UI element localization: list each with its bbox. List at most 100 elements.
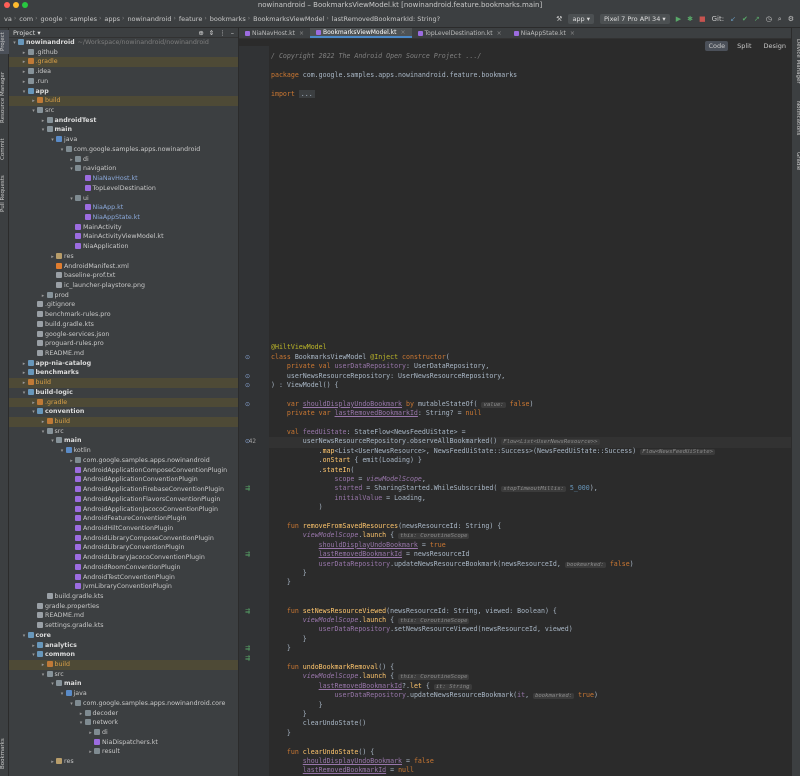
code-line[interactable]: private val userDataRepository: UserData… [271,362,489,371]
code-line[interactable]: } [271,578,291,587]
git-commit-icon[interactable]: ✔ [742,15,748,23]
tree-item[interactable]: ▾ src [9,670,238,680]
bookmarks-tool-tab[interactable]: Bookmarks [0,736,9,772]
chevron-right-icon[interactable]: ▸ [21,49,28,58]
chevron-down-icon[interactable]: ▾ [49,136,56,145]
chevron-right-icon[interactable]: ▸ [30,642,37,651]
chevron-down-icon[interactable]: ▾ [49,437,56,446]
tree-item[interactable]: AndroidLibraryConventionPlugin [9,543,238,553]
tree-item[interactable]: ▸ prod [9,291,238,301]
code-line[interactable]: } [271,569,307,578]
code-line[interactable]: initialValue = Loading, [271,494,426,503]
tree-item[interactable]: README.md [9,611,238,621]
tree-item[interactable]: ▾ common [9,650,238,660]
tree-item[interactable]: ▸ res [9,757,238,767]
tree-item[interactable]: AndroidLibraryComposeConventionPlugin [9,534,238,544]
tree-item[interactable]: ▾ java [9,689,238,699]
chevron-down-icon[interactable]: ▾ [40,126,47,135]
tree-item[interactable]: ▸ di [9,155,238,165]
tree-item[interactable]: JvmLibraryConventionPlugin [9,582,238,592]
close-icon[interactable]: × [401,28,406,38]
chevron-down-icon[interactable]: ▾ [78,719,85,728]
tree-item[interactable]: TopLevelDestination [9,184,238,194]
tree-item[interactable]: ▸ benchmarks [9,368,238,378]
history-icon[interactable]: ◷ [766,15,772,23]
code-line[interactable]: shouldDisplayUndoBookmark = false [271,757,434,766]
tree-item[interactable]: ▸ analytics [9,641,238,651]
device-manager-tool-tab[interactable]: Device Manager [792,34,800,88]
tree-item[interactable]: MainActivityViewModel.kt [9,232,238,242]
folded-region[interactable]: ... [298,89,315,98]
tree-item[interactable]: AndroidLibraryJacocoConventionPlugin [9,553,238,563]
tree-item[interactable]: ▸ com.google.samples.apps.nowinandroid [9,456,238,466]
commit-tool-tab[interactable]: Commit [0,136,9,162]
tree-item[interactable]: ▾ ui [9,194,238,204]
tree-item[interactable]: AndroidApplicationComposeConventionPlugi… [9,466,238,476]
tree-item[interactable]: ▸ .github [9,48,238,58]
implementation-gutter-icon[interactable]: ⊙ [245,354,250,361]
tree-item[interactable]: AndroidApplicationFlavorsConventionPlugi… [9,495,238,505]
suspend-call-gutter-icon[interactable]: ⇶ [245,645,250,652]
tree-item[interactable]: ▾ app [9,87,238,97]
chevron-right-icon[interactable]: ▸ [87,729,94,738]
chevron-down-icon[interactable]: ▾ [21,88,28,97]
project-tool-tab[interactable]: Project [0,30,9,54]
stop-icon[interactable]: ■ [699,15,706,23]
chevron-down-icon[interactable]: ▾ [49,680,56,689]
code-line[interactable]: private var lastRemovedBookmarkId: Strin… [271,409,482,418]
code-line[interactable]: } [271,729,291,738]
tree-item[interactable]: ▾ kotlin [9,446,238,456]
tree-item[interactable]: ▸ build [9,96,238,107]
tree-item[interactable]: ▸ build [9,660,238,670]
chevron-down-icon[interactable]: ▾ [30,107,37,116]
breadcrumb-item[interactable]: bookmarks [210,15,246,23]
chevron-right-icon[interactable]: ▸ [21,360,28,369]
tree-item[interactable]: AndroidManifest.xml [9,262,238,272]
chevron-right-icon[interactable]: ▸ [49,758,56,767]
chevron-down-icon[interactable]: ▾ [40,671,47,680]
suspend-call-gutter-icon[interactable]: ⇶ [245,485,250,492]
tree-item[interactable]: ▾ com.google.samples.apps.nowinandroid [9,145,238,155]
breadcrumb-item[interactable]: com [19,15,33,23]
device-select[interactable]: Pixel 7 Pro API 34 ▾ [600,14,670,24]
tree-item[interactable]: ▸ androidTest [9,116,238,126]
chevron-right-icon[interactable]: ▸ [68,156,75,165]
chevron-right-icon[interactable]: ▸ [49,253,56,262]
suspend-call-gutter-icon[interactable]: ⇶ [245,608,250,615]
close-window-button[interactable] [4,2,10,8]
locate-icon[interactable]: ⊕ [198,29,203,37]
tree-item[interactable]: ▾ src [9,106,238,116]
breadcrumb-item[interactable]: apps [104,15,120,23]
code-line[interactable]: fun undoBookmarkRemoval() { [271,663,394,672]
code-line[interactable]: userNewsResourceRepository: UserNewsReso… [271,372,505,381]
chevron-down-icon[interactable]: ▾ [59,146,66,155]
tree-item[interactable]: ▾ network [9,718,238,728]
tree-item[interactable]: NiaApplication [9,242,238,252]
code-line[interactable]: } [271,635,307,644]
chevron-right-icon[interactable]: ▸ [30,97,37,106]
project-view-select[interactable]: Project ▾ [13,29,41,37]
code-line[interactable]: val feedUiState: StateFlow<NewsFeedUiSta… [271,428,466,437]
editor-tab[interactable]: BookmarksViewModel.kt × [309,28,412,38]
options-icon[interactable]: ⋮ [219,29,226,37]
chevron-down-icon[interactable]: ▾ [21,632,28,641]
tree-item[interactable]: ▸ result [9,747,238,757]
code-line[interactable]: fun removeFromSavedResources(newsResourc… [271,522,501,531]
breadcrumb-item[interactable]: feature [179,15,202,23]
collapse-all-icon[interactable]: ⇕ [209,29,214,37]
close-icon[interactable]: × [497,28,502,39]
chevron-right-icon[interactable]: ▸ [21,68,28,77]
tree-item[interactable]: NiaDispatchers.kt [9,738,238,748]
tree-item[interactable]: ▸ decoder [9,709,238,719]
tree-item[interactable]: ▾ java [9,135,238,145]
chevron-down-icon[interactable]: ▾ [30,408,37,417]
chevron-right-icon[interactable]: ▸ [87,748,94,757]
search-icon[interactable]: ⌕ [778,15,782,24]
chevron-down-icon[interactable]: ▾ [68,165,75,174]
tree-item[interactable]: NiaNavHost.kt [9,174,238,184]
hammer-icon[interactable]: ⚒ [556,15,562,23]
code-line[interactable]: package com.google.samples.apps.nowinand… [271,71,517,80]
chevron-down-icon[interactable]: ▾ [68,195,75,204]
suspend-call-gutter-icon[interactable]: ⇶ [245,655,250,662]
tree-item[interactable]: .gitignore [9,300,238,310]
